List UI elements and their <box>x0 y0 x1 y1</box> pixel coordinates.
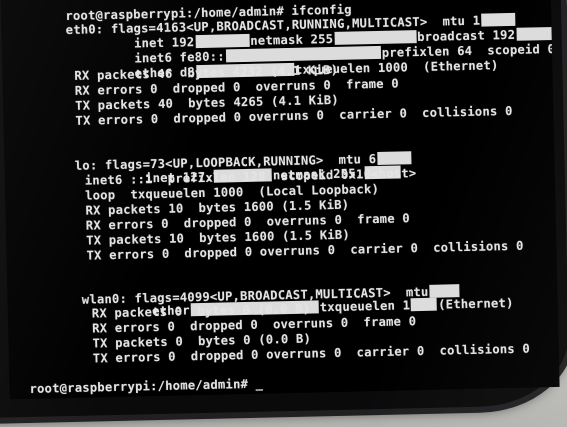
final-prompt[interactable]: root@raspberrypi:/home/admin# _ <box>29 377 263 396</box>
monitor-bezel: root@raspberrypi:/home/admin# ifconfig e… <box>0 0 567 418</box>
wlan0-txqueuelen: txqueuelen 1 <box>319 298 411 315</box>
wlan0-ethernet: (Ethernet) <box>438 295 514 312</box>
monitor-screen: root@raspberrypi:/home/admin# ifconfig e… <box>0 0 560 400</box>
terminal-output[interactable]: root@raspberrypi:/home/admin# ifconfig e… <box>1 0 560 399</box>
redacted-box <box>411 297 438 312</box>
